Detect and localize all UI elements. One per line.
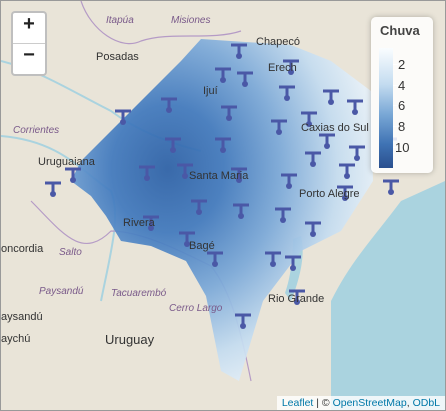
attribution: Leaflet | © OpenStreetMap, ODbL: [276, 396, 445, 410]
attribution-sep: | ©: [313, 397, 333, 409]
legend-tick-label: 10: [395, 140, 410, 155]
leaflet-link[interactable]: Leaflet: [282, 397, 314, 409]
osm-link[interactable]: OpenStreetMap: [333, 397, 407, 409]
map-container[interactable]: Itapúa Misiones Posadas Chapecó Erech Ij…: [0, 0, 446, 411]
legend-colorbar: [379, 48, 393, 168]
legend-tick-label: 6: [398, 98, 406, 113]
legend: Chuva 2 4 6 8 10: [371, 17, 433, 173]
zoom-in-button[interactable]: +: [13, 13, 45, 44]
legend-tick-label: 2: [398, 57, 406, 72]
legend-title: Chuva: [380, 23, 420, 38]
border-line-north: [80, 1, 242, 45]
zoom-control: + −: [11, 11, 47, 76]
rain-gauge-marker[interactable]: [45, 181, 61, 197]
legend-tick-label: 4: [398, 78, 406, 93]
odbl-link[interactable]: ODbL: [413, 397, 440, 409]
legend-tick-label: 8: [398, 119, 406, 134]
zoom-out-button[interactable]: −: [13, 44, 45, 74]
rain-gauge-marker[interactable]: [383, 179, 399, 195]
